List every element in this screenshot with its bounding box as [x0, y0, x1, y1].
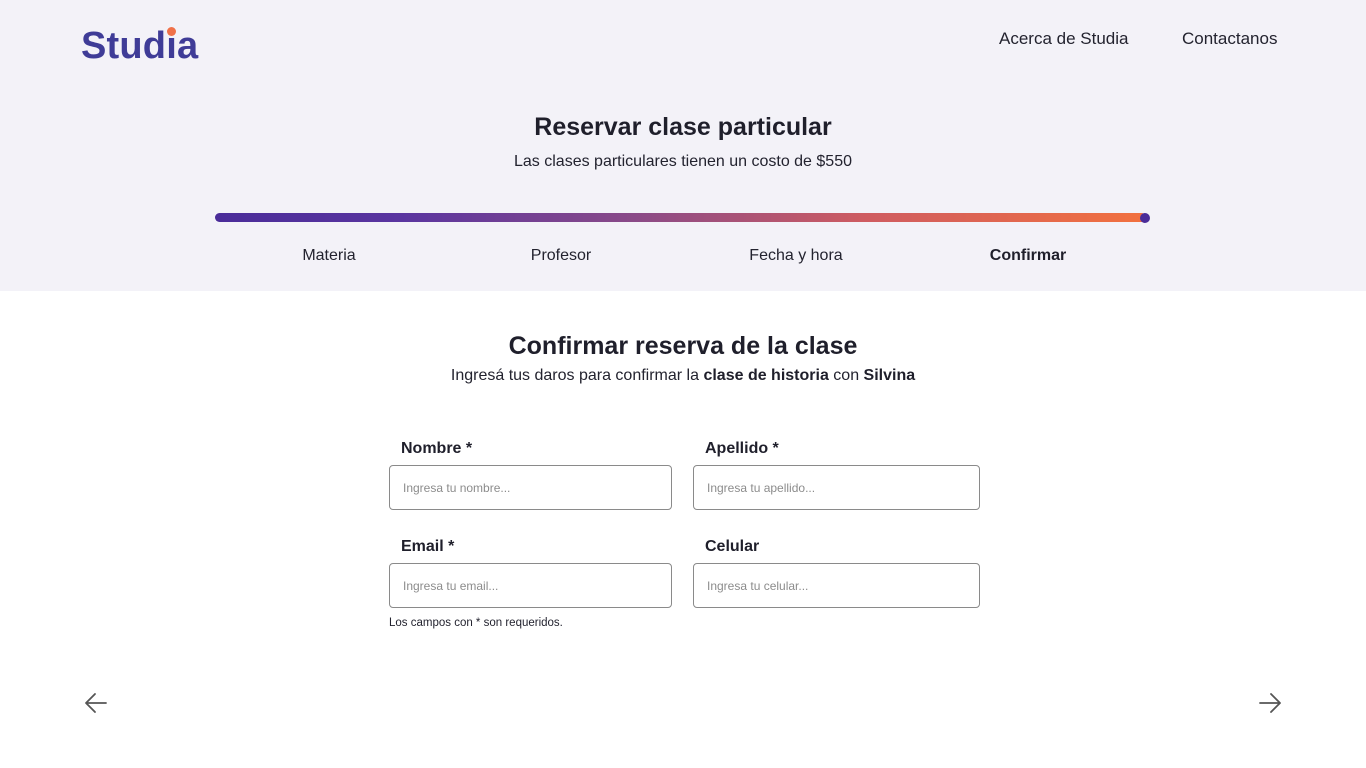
logo-text-prefix: Stud [81, 25, 167, 67]
required-fields-note: Los campos con * son requeridos. [389, 617, 563, 629]
page-subtitle: Las clases particulares tienen un costo … [514, 153, 852, 170]
step-confirmar: Confirmar [989, 247, 1067, 264]
nombre-input[interactable] [389, 465, 672, 510]
email-label: Email * [401, 538, 455, 555]
step-profesor: Profesor [530, 247, 592, 264]
logo-text-suffix: a [177, 25, 199, 67]
celular-label: Celular [705, 538, 760, 555]
nav-about-link[interactable]: Acerca de Studia [999, 28, 1128, 50]
progress-bar [215, 213, 1146, 222]
email-input[interactable] [389, 563, 672, 608]
confirm-subject: clase de historia [703, 367, 829, 384]
step-materia: Materia [302, 247, 356, 264]
confirm-teacher: Silvina [863, 367, 916, 384]
apellido-input[interactable] [693, 465, 980, 510]
confirm-subtitle-prefix: Ingresá tus daros para confirmar la [450, 367, 704, 384]
page-title: Reservar clase particular [534, 113, 832, 141]
progress-end-dot [1140, 213, 1150, 223]
arrow-left-icon[interactable] [81, 688, 111, 718]
celular-input[interactable] [693, 563, 980, 608]
nombre-label: Nombre * [401, 440, 473, 457]
nav-contact-link[interactable]: Contactanos [1182, 28, 1277, 50]
logo-letter-i: ı [166, 22, 177, 70]
arrow-right-icon[interactable] [1255, 688, 1285, 718]
confirm-subtitle: Ingresá tus daros para confirmar la clas… [0, 365, 1366, 387]
studia-logo[interactable]: Studı a [81, 22, 198, 70]
header-section: Studı a Acerca de Studia Contactanos Rese… [0, 0, 1366, 291]
step-fecha-hora: Fecha y hora [749, 247, 843, 264]
apellido-label: Apellido * [705, 440, 779, 457]
confirm-title: Confirmar reserva de la clase [508, 332, 858, 360]
confirm-subtitle-middle: con [828, 367, 864, 384]
